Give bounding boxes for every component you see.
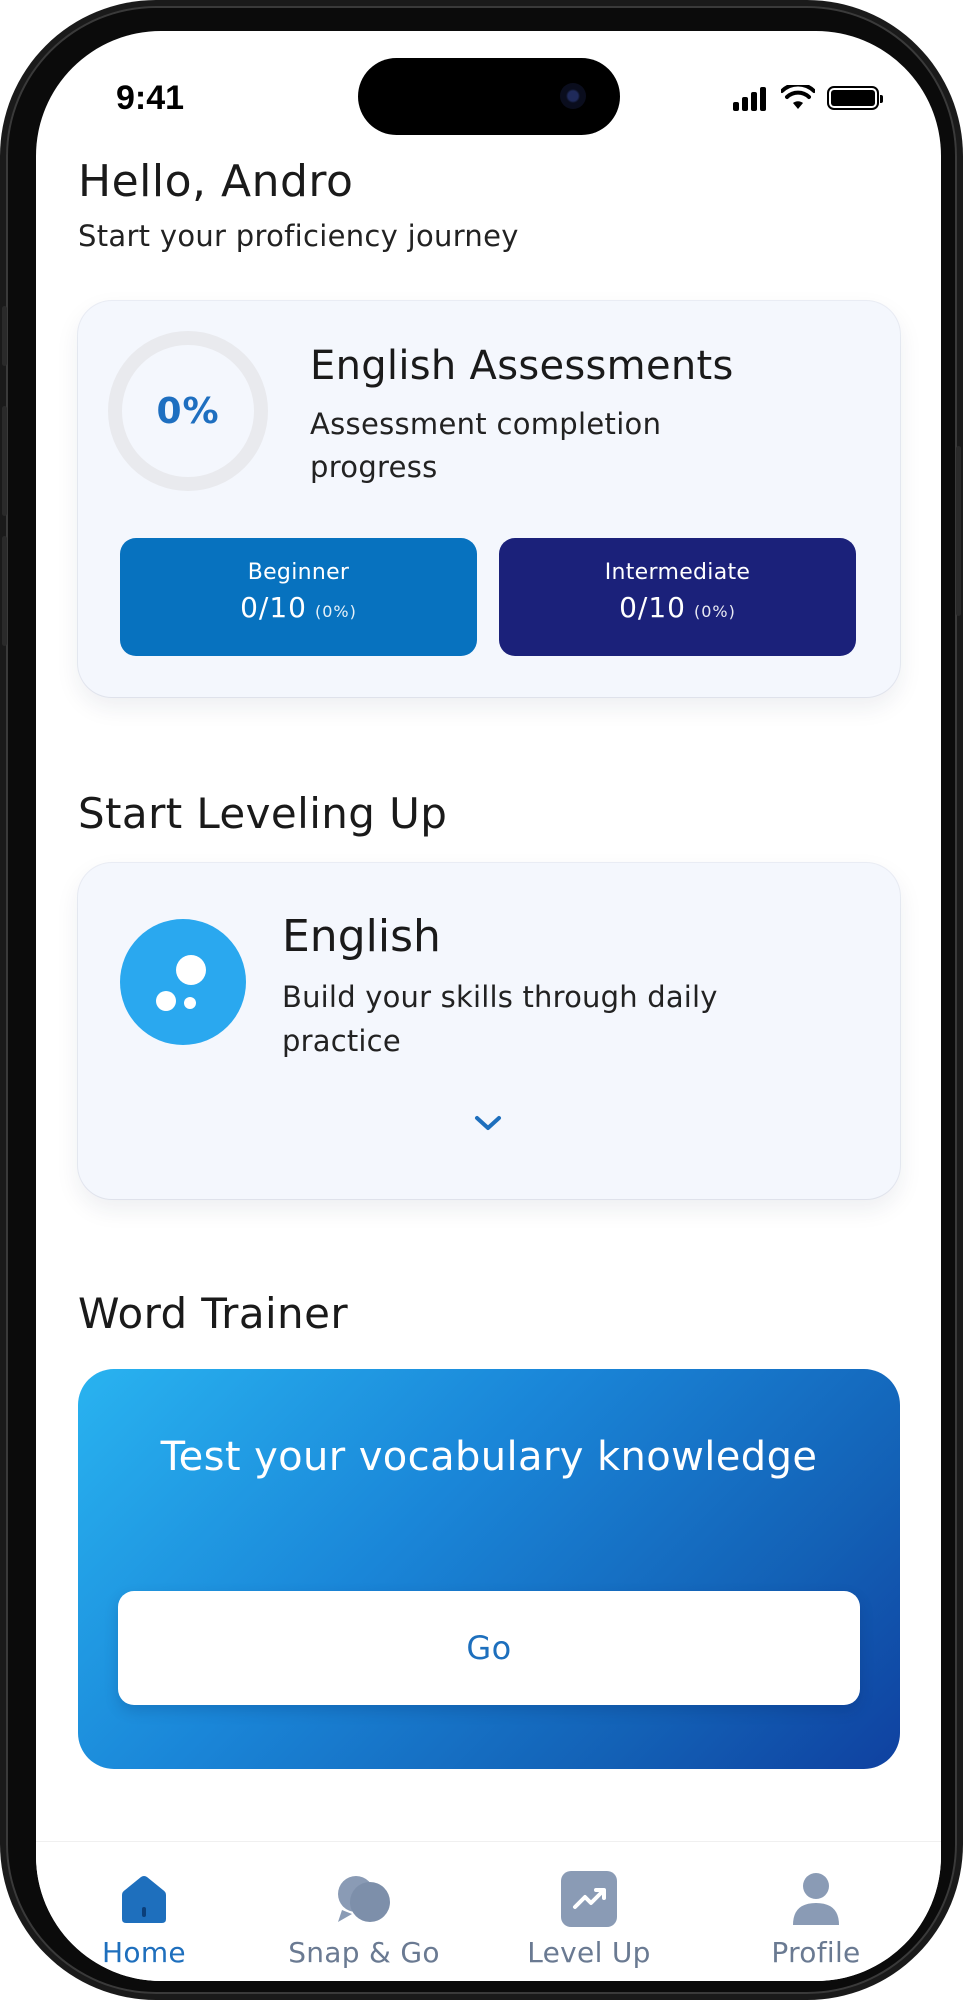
status-icons [733,81,883,115]
course-title: English [282,911,441,962]
leveling-section-title: Start Leveling Up [78,789,448,838]
bubbles-icon [120,919,246,1045]
volume-down-button [2,536,7,646]
assessment-description: Assessment completion progress [310,407,662,484]
go-button[interactable]: Go [118,1591,860,1705]
home-icon [122,1876,166,1923]
wifi-icon [781,85,815,109]
bottom-tab-bar: Home Snap & Go Level Up Profile [36,1841,941,1981]
level-label: Intermediate [604,560,751,585]
tab-home[interactable]: Home [44,1842,244,1969]
level-percent: (0%) [315,602,357,621]
battery-icon [827,86,883,110]
beginner-level-button[interactable]: Beginner 0/10 (0%) [120,538,477,656]
chat-bubbles-icon [338,1876,390,1922]
level-value: 0/10 [619,591,686,624]
tab-label: Snap & Go [288,1936,440,1969]
assessment-progress-label: 0% [156,390,220,432]
greeting-subtitle: Start your proficiency journey [78,219,519,253]
trend-up-icon [561,1871,617,1927]
phone-frame: 9:41 Hello, Andro Start your proficiency… [2,6,961,1994]
tab-label: Level Up [527,1936,651,1969]
chevron-down-icon[interactable] [473,1113,503,1133]
assessment-progress-ring: 0% [108,331,268,491]
word-trainer-prompt: Test your vocabulary knowledge [160,1434,818,1480]
level-percent: (0%) [694,602,736,621]
word-trainer-card: Test your vocabulary knowledge Go [78,1369,900,1769]
tab-snap-and-go[interactable]: Snap & Go [264,1842,464,1969]
tab-level-up[interactable]: Level Up [489,1842,689,1969]
person-icon [793,1873,839,1925]
assessment-title: English Assessments [310,343,734,389]
level-value: 0/10 [240,591,307,624]
assessment-card[interactable]: 0% English Assessments Assessment comple… [78,301,900,697]
course-description: Build your skills through daily practice [282,980,718,1058]
power-button [956,446,961,616]
camera-icon [560,83,586,109]
app-screen: 9:41 Hello, Andro Start your proficiency… [36,31,941,1981]
intermediate-level-button[interactable]: Intermediate 0/10 (0%) [499,538,856,656]
tab-profile[interactable]: Profile [716,1842,916,1969]
tab-label: Profile [771,1936,861,1969]
dynamic-island [358,58,620,135]
status-time: 9:41 [116,79,185,117]
greeting-title: Hello, Andro [78,156,354,207]
signal-icon [733,85,769,111]
word-trainer-section-title: Word Trainer [78,1289,348,1338]
level-label: Beginner [247,560,350,585]
action-button [2,306,7,366]
tab-label: Home [102,1936,186,1969]
volume-up-button [2,406,7,516]
english-course-card[interactable]: English Build your skills through daily … [78,863,900,1199]
